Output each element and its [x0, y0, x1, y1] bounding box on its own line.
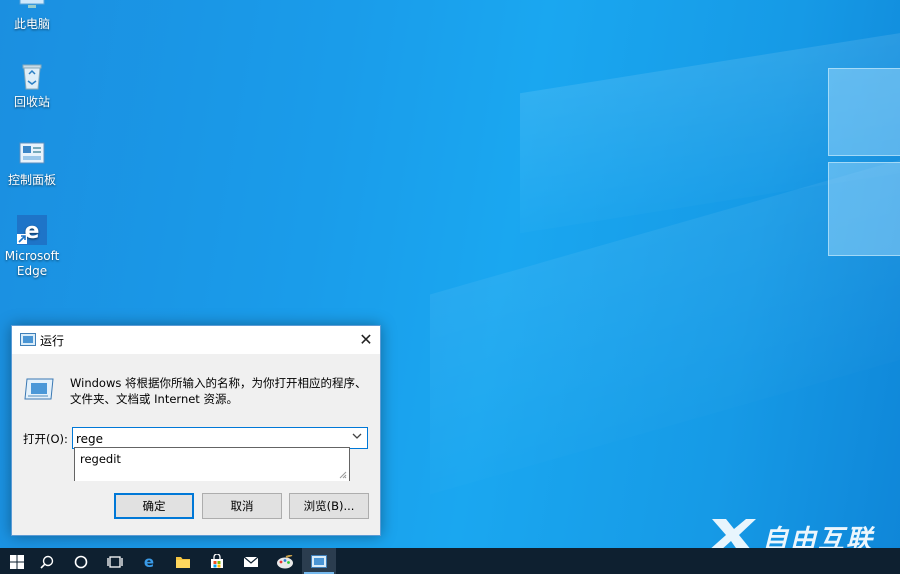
windows-logo-wallpaper: [828, 58, 900, 268]
desktop-icon-label: Microsoft Edge: [4, 249, 60, 278]
edge-icon: e: [16, 214, 48, 246]
dialog-description: Windows 将根据你所输入的名称，为你打开相应的程序、文件夹、文档或 Int…: [70, 376, 367, 406]
chevron-down-icon[interactable]: [352, 431, 362, 444]
desktop-icon-this-pc[interactable]: 此电脑: [0, 0, 64, 32]
autocomplete-dropdown: regedit: [74, 447, 350, 483]
control-panel-icon: [16, 138, 48, 170]
file-explorer-icon[interactable]: [166, 548, 200, 574]
task-view-icon[interactable]: [98, 548, 132, 574]
open-input[interactable]: [76, 430, 336, 447]
cancel-button[interactable]: 取消: [202, 493, 282, 519]
resize-grip-icon[interactable]: [339, 471, 347, 481]
mail-icon[interactable]: [234, 548, 268, 574]
watermark: 自由互联: [706, 513, 886, 555]
run-icon: [20, 333, 36, 346]
logo-pane: [828, 162, 900, 256]
search-icon[interactable]: [30, 548, 64, 574]
logo-pane: [828, 68, 900, 156]
taskbar: e: [0, 548, 900, 574]
run-icon[interactable]: [302, 548, 336, 574]
open-combobox[interactable]: [72, 427, 368, 449]
dialog-titlebar[interactable]: 运行 ✕: [12, 326, 380, 354]
close-button[interactable]: ✕: [352, 326, 380, 354]
desktop-icon-label: 此电脑: [13, 17, 50, 31]
ok-button[interactable]: 确定: [114, 493, 194, 519]
start-icon[interactable]: [0, 548, 34, 574]
dialog-title: 运行: [40, 334, 65, 348]
cortana-icon[interactable]: [64, 548, 98, 574]
this-pc-icon: [16, 0, 48, 14]
store-icon[interactable]: [200, 548, 234, 574]
desktop-icon-label: 控制面板: [7, 173, 56, 187]
desktop-icon-control-panel[interactable]: 控制面板: [0, 138, 64, 188]
desktop-icon-edge[interactable]: e Microsoft Edge: [0, 214, 64, 279]
desktop-icon-recycle-bin[interactable]: 回收站: [0, 60, 64, 110]
edge-icon[interactable]: e: [132, 548, 166, 574]
autocomplete-item[interactable]: regedit: [80, 452, 121, 466]
browse-button[interactable]: 浏览(B)...: [289, 493, 369, 519]
watermark-logo-icon: [708, 519, 756, 551]
paint-icon[interactable]: [268, 548, 302, 574]
desktop-icon-label: 回收站: [13, 95, 50, 109]
recycle-bin-icon: [16, 60, 48, 92]
run-program-icon: [23, 376, 55, 402]
run-dialog: 运行 ✕ Windows 将根据你所输入的名称，为你打开相应的程序、文件夹、文档…: [11, 325, 381, 536]
open-label: 打开(O):: [23, 432, 68, 446]
svg-text:e: e: [144, 554, 154, 570]
